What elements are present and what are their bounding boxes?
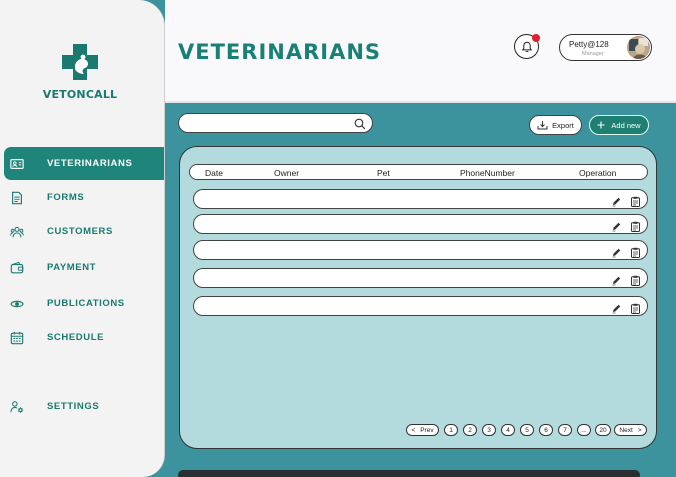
column-header-operation: Operation [579,168,617,178]
page-ellipsis: ... [577,424,591,436]
user-name: Petty@128 [569,40,609,49]
column-header-owner: Owner [274,168,300,178]
pencil-icon[interactable] [611,301,622,314]
page-button-20[interactable]: 20 [595,424,611,436]
sidebar-item-publications[interactable]: PUBLICATIONS [4,287,164,320]
user-role: Manager [582,51,604,57]
table-row[interactable] [193,240,648,260]
user-gear-icon [9,399,25,415]
page-button-7[interactable]: 7 [558,424,572,436]
id-card-icon [9,156,25,172]
header: VETERINARIANS Petty@128 Manager [165,0,676,103]
plus-icon [597,121,605,129]
page-button-1[interactable]: 1 [444,424,458,436]
pencil-icon[interactable] [611,194,622,207]
page-button-3[interactable]: 3 [482,424,496,436]
add-new-button[interactable]: Add new [589,115,649,135]
table-row[interactable] [193,296,648,316]
page-button-2[interactable]: 2 [463,424,477,436]
column-header-date: Date [205,168,223,178]
users-icon [9,224,25,240]
sidebar-item-customers[interactable]: CUSTOMERS [4,215,164,248]
notification-badge [532,34,540,42]
vet-cross-logo-icon [62,44,98,80]
page-button-5[interactable]: 5 [520,424,534,436]
search-input[interactable] [178,113,373,133]
calendar-icon [9,330,25,346]
pencil-icon[interactable] [611,245,622,258]
export-label: Export [552,120,574,130]
veterinarians-table-panel: Date Owner Pet PhoneNumber Operation < P… [179,146,657,449]
pencil-icon[interactable] [611,219,622,232]
clipboard-icon[interactable] [630,301,641,314]
next-label: Next [619,426,633,434]
brand-name: VETONCALL [42,88,118,101]
bottom-scrollbar[interactable] [178,470,640,477]
prev-page-button[interactable]: < Prev [406,424,439,436]
table-row[interactable] [193,189,648,209]
sidebar-item-label: PAYMENT [47,262,97,273]
table-header: Date Owner Pet PhoneNumber Operation [189,164,648,180]
sidebar: VETONCALL VETERINARIANS FORMS CUSTOMERS [0,0,165,477]
sidebar-item-label: SETTINGS [47,401,100,412]
page-button-6[interactable]: 6 [539,424,553,436]
chevron-left-icon: < [411,426,416,434]
sidebar-item-forms[interactable]: FORMS [4,181,164,214]
logo: VETONCALL [0,40,160,101]
page-title: VETERINARIANS [178,40,382,64]
sidebar-item-label: PUBLICATIONS [47,298,125,309]
wallet-icon [9,260,25,276]
sidebar-item-label: CUSTOMERS [47,226,113,237]
pencil-icon[interactable] [611,273,622,286]
page-button-4[interactable]: 4 [501,424,515,436]
table-row[interactable] [193,268,648,288]
sidebar-item-veterinarians[interactable]: VETERINARIANS [4,147,164,180]
clipboard-icon[interactable] [630,273,641,286]
add-new-label: Add new [611,120,641,130]
sidebar-item-schedule[interactable]: SCHEDULE [4,321,164,354]
user-profile-button[interactable]: Petty@128 Manager [559,34,652,61]
search-icon [354,117,366,135]
app: VETONCALL VETERINARIANS FORMS CUSTOMERS [0,0,676,477]
avatar [627,36,650,59]
sidebar-item-payment[interactable]: PAYMENT [4,251,164,284]
table-row[interactable] [193,214,648,234]
notification-button[interactable] [514,34,540,59]
export-button[interactable]: Export [529,115,582,135]
document-icon [9,190,25,206]
bell-icon [521,41,532,52]
clipboard-icon[interactable] [630,194,641,207]
sidebar-item-settings[interactable]: SETTINGS [4,390,164,423]
sidebar-item-label: VETERINARIANS [47,158,133,169]
sidebar-item-label: SCHEDULE [47,332,105,343]
chevron-right-icon: > [637,426,642,434]
column-header-pet: Pet [377,168,390,178]
clipboard-icon[interactable] [630,245,641,258]
eye-icon [9,296,25,312]
prev-label: Prev [420,426,434,434]
next-page-button[interactable]: Next > [614,424,647,436]
sidebar-item-label: FORMS [47,192,85,203]
clipboard-icon[interactable] [630,219,641,232]
column-header-phone: PhoneNumber [460,168,515,178]
export-icon [537,121,548,130]
pagination: < Prev 1 2 3 4 5 6 7 ... 20 Next > [180,424,658,436]
